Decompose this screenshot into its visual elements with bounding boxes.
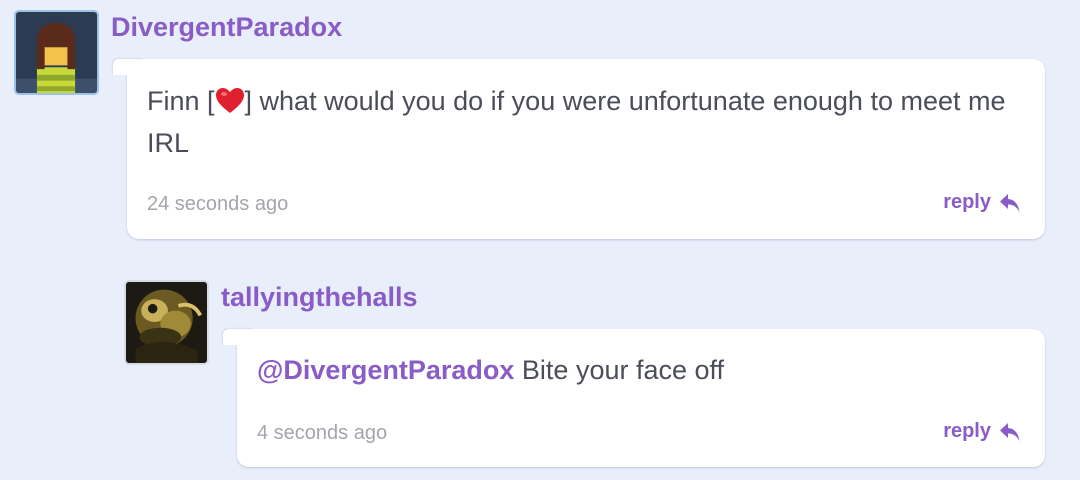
- comment-bubble: @DivergentParadox Bite your face off 4 s…: [223, 329, 1045, 467]
- reply-label: reply: [943, 420, 991, 442]
- comment-text-part: Finn [: [147, 86, 215, 116]
- comment-text-part: ] what would you do if you were unfortun…: [147, 86, 1006, 158]
- reply-button[interactable]: reply: [943, 420, 1021, 443]
- reply-arrow-icon: [1000, 193, 1020, 212]
- comment-timestamp: 24 seconds ago: [147, 193, 289, 215]
- avatar-divergentparadox[interactable]: [14, 10, 99, 95]
- red-heart-emoji: [215, 88, 244, 113]
- avatar-image: [16, 12, 97, 93]
- mention-link[interactable]: @DivergentParadox: [257, 355, 514, 385]
- comment-username[interactable]: DivergentParadox: [111, 14, 342, 41]
- comment-username[interactable]: tallyingthehalls: [221, 284, 418, 311]
- comment-text: Finn [ ] what would you do if you were u…: [147, 80, 1037, 164]
- comment-text-part: Bite your face off: [514, 355, 725, 385]
- comment-text: @DivergentParadox Bite your face off: [257, 349, 1037, 391]
- avatar-tallyingthehalls[interactable]: [124, 280, 209, 365]
- reply-button[interactable]: reply: [943, 191, 1021, 214]
- comment-bubble: Finn [ ] what would you do if you were u…: [113, 59, 1045, 239]
- reply-label: reply: [943, 191, 991, 213]
- avatar-image: [126, 282, 207, 363]
- reply-arrow-icon: [1000, 422, 1020, 441]
- comment-timestamp: 4 seconds ago: [257, 422, 388, 444]
